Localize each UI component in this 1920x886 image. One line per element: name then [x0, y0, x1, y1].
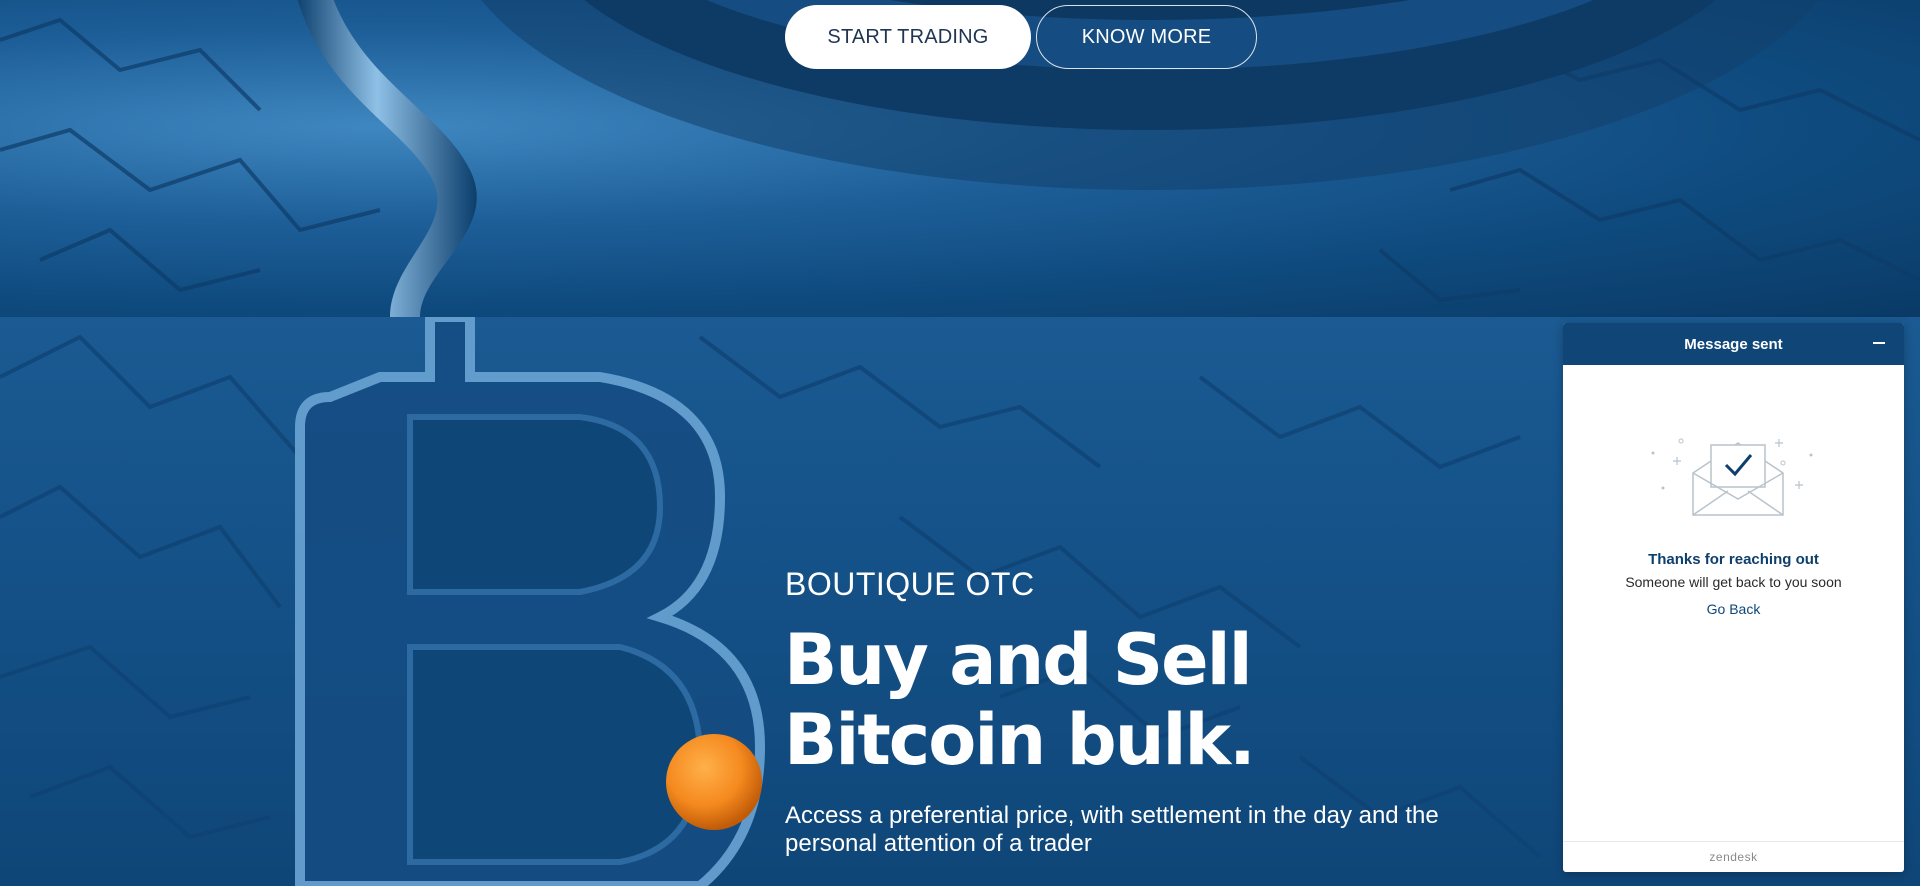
otc-eyebrow: BOUTIQUE OTC [785, 566, 1035, 602]
zendesk-footer[interactable]: zendesk [1563, 841, 1904, 872]
chat-header: Message sent [1563, 323, 1904, 365]
otc-headline: Buy and Sell Bitcoin bulk. [784, 619, 1256, 781]
orange-ball [666, 734, 762, 830]
chat-widget: Message sent Thanks for reaching out Som… [1563, 323, 1904, 872]
minimize-icon[interactable] [1872, 336, 1886, 350]
hero-top-section: START TRADING KNOW MORE [0, 0, 1920, 317]
headline-line-1: Buy and Sell [784, 619, 1253, 701]
chat-title: Message sent [1684, 335, 1783, 353]
headline-line-2: Bitcoin bulk. [784, 699, 1256, 781]
otc-description: Access a preferential price, with settle… [785, 802, 1439, 857]
go-back-link[interactable]: Go Back [1563, 601, 1904, 617]
know-more-button[interactable]: KNOW MORE [1036, 5, 1257, 69]
chat-followup-text: Someone will get back to you soon [1625, 574, 1842, 590]
start-trading-button[interactable]: START TRADING [785, 5, 1031, 69]
envelope-check-icon [1651, 438, 1813, 516]
chat-thanks-heading: Thanks for reaching out [1648, 551, 1819, 568]
